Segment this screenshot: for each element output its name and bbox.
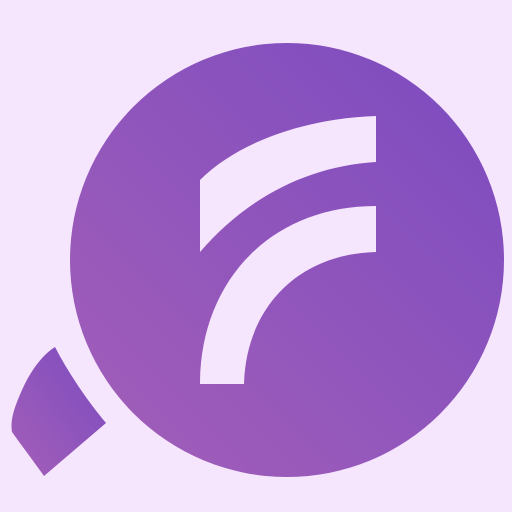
magnifier-f-logo-icon xyxy=(0,0,512,512)
app-icon-canvas xyxy=(0,0,512,512)
